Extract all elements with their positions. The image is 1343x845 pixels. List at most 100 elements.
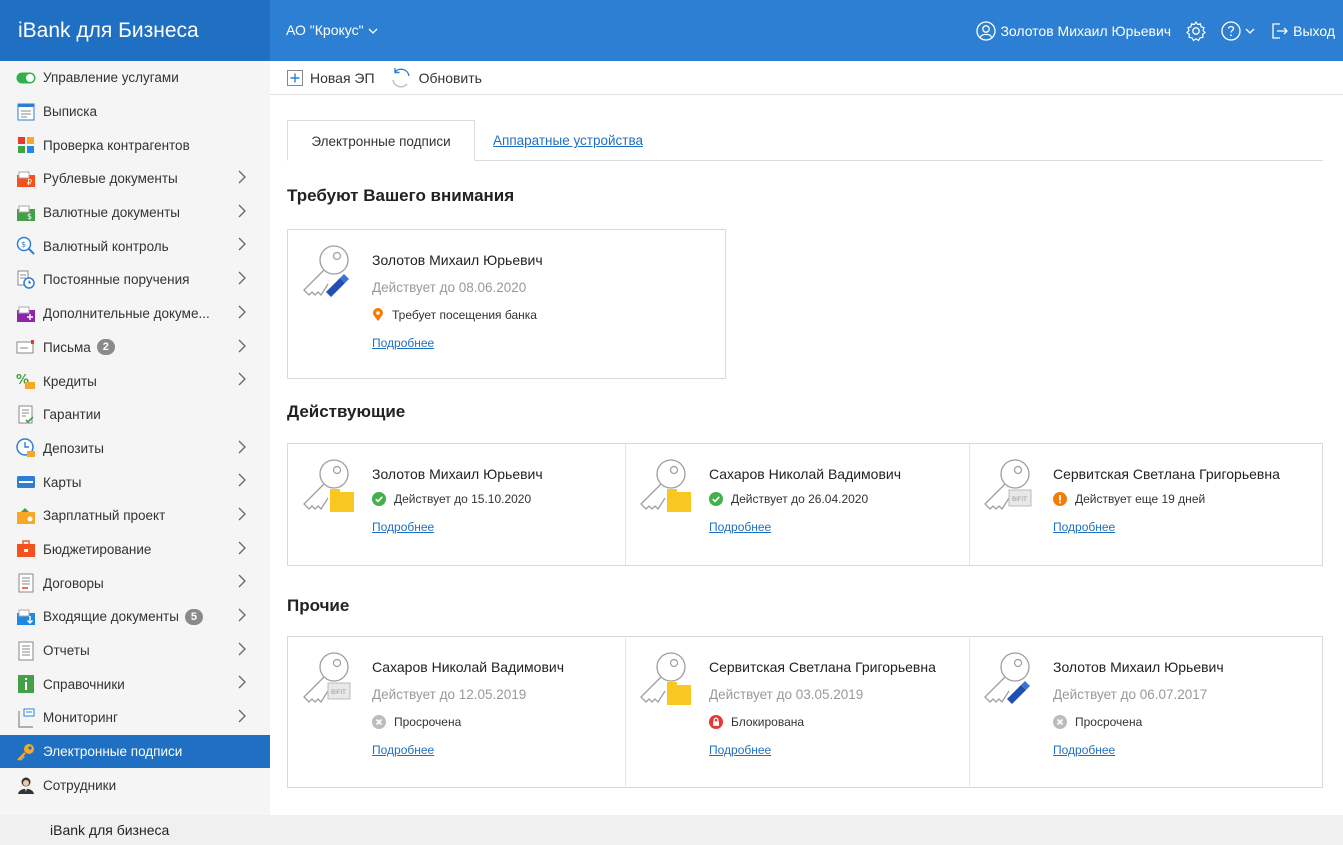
help-icon	[1221, 20, 1241, 41]
sidebar-item[interactable]: $ Валютный контроль	[0, 229, 270, 263]
sidebar-item[interactable]: Управление услугами	[0, 61, 270, 95]
sidebar-item-label: Валютный контроль	[43, 238, 169, 254]
svg-text:$: $	[21, 240, 26, 249]
sidebar-item[interactable]: Постоянные поручения	[0, 263, 270, 297]
sidebar-item[interactable]: Отчеты	[0, 634, 270, 668]
sidebar-item-label: Входящие документы	[43, 609, 179, 625]
statement-icon	[16, 102, 36, 122]
user-menu[interactable]: Золотов Михаил Юрьевич	[976, 20, 1171, 41]
key-token-icon	[981, 649, 1037, 713]
sidebar-item[interactable]: Карты	[0, 465, 270, 499]
help-button[interactable]	[1221, 20, 1255, 41]
sidebar-item-label: Карты	[43, 474, 82, 490]
sidebar-item[interactable]: Договоры	[0, 566, 270, 600]
lock-circle-icon	[709, 715, 723, 729]
sidebar-item[interactable]: Сотрудники	[0, 768, 270, 802]
sidebar-item[interactable]: Электронные подписи	[0, 734, 270, 769]
chevron-right-icon	[237, 642, 247, 660]
chevron-right-icon	[237, 237, 247, 255]
sidebar-item-label: Бюджетирование	[43, 541, 152, 557]
sidebar-item[interactable]: Выписка	[0, 95, 270, 129]
new-ep-label: Новая ЭП	[310, 69, 375, 86]
tab-electronic-signatures[interactable]: Электронные подписи	[287, 120, 475, 161]
ruble-docs-icon: ₽	[16, 169, 36, 189]
salary-project-icon	[16, 506, 36, 526]
organization-name: АО "Крокус"	[286, 22, 364, 38]
contracts-icon	[16, 573, 36, 593]
location-pin-icon	[372, 308, 384, 322]
chevron-right-icon	[237, 204, 247, 222]
sidebar-item[interactable]: Проверка контрагентов	[0, 128, 270, 162]
brand-logo[interactable]: iBank для Бизнеса	[0, 0, 270, 61]
tab-hardware-devices[interactable]: Аппаратные устройства	[493, 120, 643, 161]
currency-control-icon: $	[16, 236, 36, 256]
chevron-right-icon	[237, 271, 247, 289]
refresh-button[interactable]: Обновить	[389, 66, 482, 90]
svg-text:BIFIT: BIFIT	[331, 689, 346, 696]
sidebar-item[interactable]: Бюджетирование	[0, 533, 270, 567]
sidebar-item-label: Договоры	[43, 575, 104, 591]
tabs: Электронные подписи Аппаратные устройств…	[287, 120, 1323, 161]
sidebar-item-label: Депозиты	[43, 440, 104, 456]
key-bifit-icon: BIFIT	[981, 456, 1037, 520]
logout-button[interactable]: Выход	[1269, 21, 1335, 41]
top-bar: iBank для Бизнеса АО "Крокус" Золотов Ми…	[0, 0, 1343, 61]
sidebar: Управление услугами Выписка Проверка контр…	[0, 61, 270, 815]
details-link[interactable]: Подробнее	[372, 336, 434, 350]
status-line: Действует до 15.10.2020	[372, 492, 531, 506]
sidebar-item[interactable]: Гарантии	[0, 398, 270, 432]
validity-text: Действует до 08.06.2020	[372, 280, 527, 295]
toolbar: Новая ЭП Обновить	[270, 61, 1343, 95]
signature-owner: Золотов Михаил Юрьевич	[372, 252, 543, 268]
chevron-down-icon	[1245, 28, 1255, 34]
key-icon	[16, 742, 36, 762]
signature-card: Золотов Михаил Юрьевич Действует до 08.06…	[288, 230, 623, 375]
warning-circle-icon	[1053, 492, 1067, 506]
settings-button[interactable]	[1185, 20, 1207, 42]
details-link[interactable]: Подробнее	[1053, 743, 1115, 757]
sidebar-item[interactable]: Письма 2	[0, 331, 270, 365]
details-link[interactable]: Подробнее	[709, 743, 771, 757]
key-folder-icon	[637, 649, 693, 713]
status-line: Требует посещения банка	[372, 308, 537, 322]
signature-owner: Сервитская Светлана Григорьевна	[1053, 466, 1280, 482]
sidebar-item[interactable]: Мониторинг	[0, 701, 270, 735]
sidebar-item[interactable]: Справочники	[0, 667, 270, 701]
user-icon	[976, 20, 997, 41]
sidebar-item[interactable]: ₽ Рублевые документы	[0, 162, 270, 196]
status-text: Просрочена	[394, 715, 462, 729]
sidebar-item[interactable]: $ Валютные документы	[0, 196, 270, 230]
sidebar-item-label: Рублевые документы	[43, 171, 178, 187]
status-line: Блокирована	[709, 715, 804, 729]
signature-owner: Золотов Михаил Юрьевич	[372, 466, 543, 482]
chevron-right-icon	[237, 339, 247, 357]
monitoring-icon	[16, 708, 36, 728]
chevron-down-icon	[368, 28, 378, 34]
chevron-right-icon	[237, 709, 247, 727]
sidebar-item[interactable]: Входящие документы 5	[0, 600, 270, 634]
standing-orders-icon	[16, 270, 36, 290]
details-link[interactable]: Подробнее	[372, 520, 434, 534]
details-link[interactable]: Подробнее	[372, 743, 434, 757]
sidebar-item-label: Мониторинг	[43, 710, 118, 726]
new-ep-button[interactable]: Новая ЭП	[286, 69, 375, 87]
organization-selector[interactable]: АО "Крокус"	[286, 0, 378, 61]
chevron-right-icon	[237, 675, 247, 693]
sidebar-item[interactable]: Дополнительные докуме...	[0, 297, 270, 331]
details-link[interactable]: Подробнее	[1053, 520, 1115, 534]
key-folder-icon	[300, 456, 356, 520]
chevron-right-icon	[237, 170, 247, 188]
status-line: Действует еще 19 дней	[1053, 492, 1205, 506]
status-line: Просрочена	[1053, 715, 1142, 729]
sidebar-item[interactable]: Зарплатный проект	[0, 499, 270, 533]
chevron-right-icon	[237, 305, 247, 323]
sidebar-item[interactable]: % Кредиты	[0, 364, 270, 398]
key-token-icon	[300, 242, 356, 306]
chevron-right-icon	[237, 541, 247, 559]
details-link[interactable]: Подробнее	[709, 520, 771, 534]
employees-icon	[16, 775, 36, 795]
sidebar-item[interactable]: Депозиты	[0, 432, 270, 466]
gear-icon	[1186, 20, 1207, 41]
sidebar-item-label: Валютные документы	[43, 205, 180, 221]
expired-circle-icon	[1053, 715, 1067, 729]
